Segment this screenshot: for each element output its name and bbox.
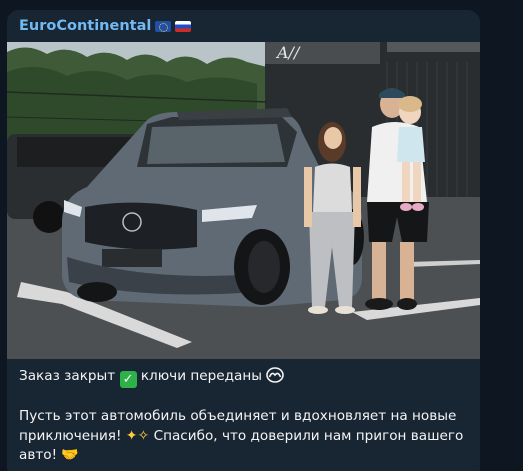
- message-caption: Заказ закрыт ✓ ключи переданы Пусть этот…: [19, 366, 471, 466]
- channel-name-text[interactable]: EuroContinental: [19, 18, 151, 34]
- sparkles-emoji-icon: ✦✧: [125, 427, 150, 444]
- svg-text:A//: A//: [275, 43, 301, 62]
- eu-flag-icon: [155, 20, 172, 32]
- caption-line-1: Заказ закрыт ✓ ключи переданы: [19, 366, 471, 388]
- russia-flag-icon: [175, 20, 192, 32]
- handshake-emoji-icon: 🤝: [61, 447, 79, 463]
- channel-name[interactable]: EuroContinental: [19, 18, 192, 34]
- message-photo[interactable]: A//: [7, 42, 480, 359]
- caption-paragraph-2: Пусть этот автомобиль объединяет и вдохн…: [19, 407, 471, 466]
- mazda-logo-icon: [266, 367, 285, 383]
- photo-illustration: A//: [7, 42, 480, 359]
- message-bubble: EuroContinental A// Заказ закрыт ✓ ключи…: [7, 10, 480, 471]
- caption-keys-handed: ключи переданы: [140, 368, 262, 384]
- check-mark-emoji-icon: ✓: [119, 371, 137, 388]
- caption-order-closed: Заказ закрыт: [19, 368, 116, 384]
